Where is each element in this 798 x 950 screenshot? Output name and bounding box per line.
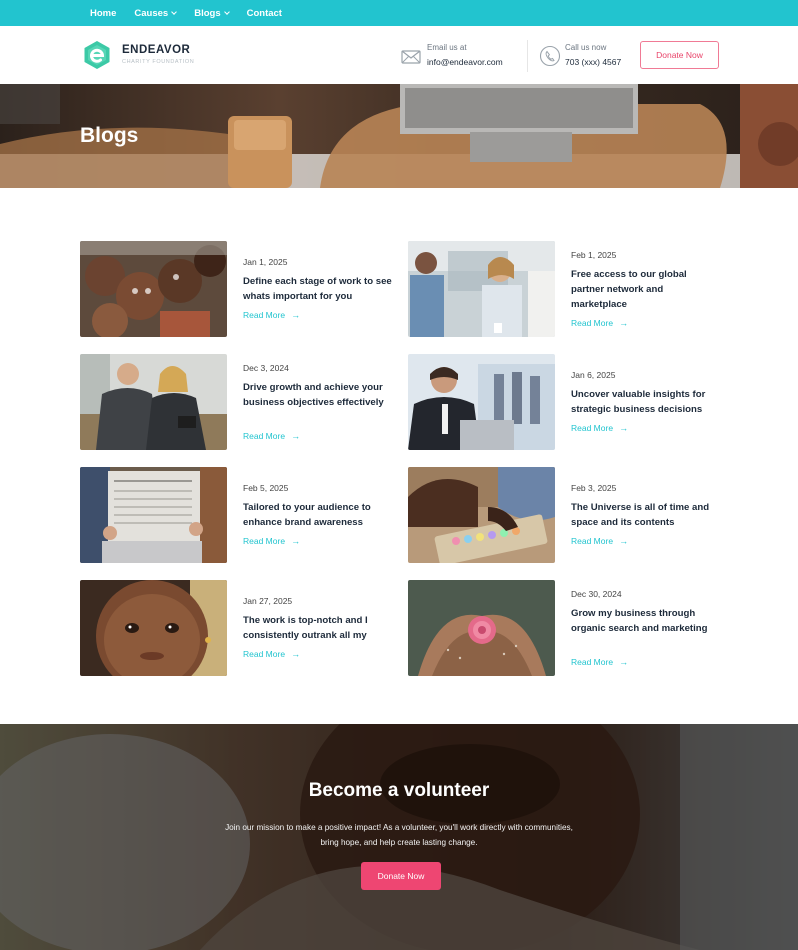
- read-more-link[interactable]: Read More →: [571, 423, 628, 433]
- blog-date: Feb 3, 2025: [571, 483, 617, 493]
- children-group-photo: [80, 241, 227, 337]
- blog-card: Feb 1, 2025 Free access to our global pa…: [408, 241, 718, 337]
- arrow-right-icon: →: [291, 649, 301, 659]
- nav-item-label: Contact: [246, 7, 282, 19]
- blog-card: Dec 30, 2024 Grow my business through or…: [408, 580, 718, 676]
- blog-title[interactable]: Free access to our global partner networ…: [571, 267, 721, 312]
- read-more-link[interactable]: Read More →: [571, 657, 628, 667]
- blog-date: Jan 27, 2025: [243, 596, 293, 606]
- blog-card: Feb 3, 2025 The Universe is all of time …: [408, 467, 718, 563]
- blog-title[interactable]: The Universe is all of time and space an…: [571, 500, 721, 530]
- blog-title[interactable]: Tailored to your audience to enhance bra…: [243, 500, 393, 530]
- read-more-link[interactable]: Read More →: [243, 536, 300, 546]
- blog-thumbnail[interactable]: [408, 354, 555, 450]
- envelope-icon: [401, 50, 421, 64]
- page-title: Blogs: [80, 124, 139, 147]
- newspaper-reader-photo: [80, 467, 227, 563]
- blog-thumbnail[interactable]: [408, 580, 555, 676]
- hands-flower-photo: [408, 580, 555, 676]
- blog-card: Jan 27, 2025 The work is top-notch and I…: [80, 580, 390, 676]
- read-more-link[interactable]: Read More →: [571, 536, 628, 546]
- child-chalk-photo: [408, 467, 555, 563]
- read-more-label: Read More: [243, 431, 286, 441]
- email-label: Email us at: [427, 43, 467, 52]
- arrow-right-icon: →: [291, 536, 301, 546]
- read-more-label: Read More: [571, 536, 614, 546]
- read-more-label: Read More: [571, 657, 614, 667]
- child-portrait-photo: [80, 580, 227, 676]
- nav-item-blogs[interactable]: Blogs: [194, 7, 230, 19]
- blog-thumbnail[interactable]: [80, 467, 227, 563]
- blog-date: Feb 1, 2025: [571, 250, 617, 260]
- nav-item-label: Blogs: [194, 7, 221, 19]
- arrow-right-icon: →: [619, 318, 629, 328]
- nav-item-causes[interactable]: Causes: [134, 7, 178, 19]
- nav-item-label: Home: [90, 7, 117, 19]
- nav-item-contact[interactable]: Contact: [247, 8, 282, 19]
- blog-date: Feb 5, 2025: [243, 483, 289, 493]
- top-nav-menu: Home Causes Blogs Contact: [90, 0, 300, 26]
- read-more-label: Read More: [243, 310, 286, 320]
- chevron-down-icon: [223, 8, 230, 15]
- donate-now-button[interactable]: Donate Now: [640, 41, 719, 69]
- volunteer-section: Become a volunteer Join our mission to m…: [0, 724, 798, 950]
- arrow-right-icon: →: [619, 657, 629, 667]
- read-more-link[interactable]: Read More →: [243, 310, 300, 320]
- logo-icon[interactable]: [82, 40, 112, 70]
- brand-tagline: CHARITY FOUNDATION: [122, 59, 195, 65]
- blog-title[interactable]: Drive growth and achieve your business o…: [243, 380, 393, 410]
- brand-name[interactable]: ENDEAVOR: [122, 44, 190, 56]
- header-divider: [527, 40, 528, 72]
- chevron-down-icon: [171, 8, 178, 15]
- email-link[interactable]: info@endeavor.com: [427, 57, 503, 67]
- volunteer-donate-button[interactable]: Donate Now: [361, 862, 441, 890]
- phone-link[interactable]: 703 (xxx) 4567: [565, 57, 621, 67]
- arrow-right-icon: →: [619, 423, 629, 433]
- read-more-label: Read More: [571, 318, 614, 328]
- read-more-link[interactable]: Read More →: [571, 318, 628, 328]
- volunteer-title: Become a volunteer: [308, 780, 490, 801]
- phone-icon: [539, 45, 561, 67]
- call-label: Call us now: [565, 43, 607, 52]
- volunteer-description: Join our mission to make a positive impa…: [225, 823, 573, 847]
- blog-date: Dec 30, 2024: [571, 589, 622, 599]
- arrow-right-icon: →: [619, 536, 629, 546]
- page-hero-banner: Blogs: [0, 84, 798, 188]
- blog-card: Feb 5, 2025 Tailored to your audience to…: [80, 467, 390, 563]
- top-nav-bar: Home Causes Blogs Contact: [0, 0, 798, 26]
- read-more-label: Read More: [571, 423, 614, 433]
- blog-thumbnail[interactable]: [80, 354, 227, 450]
- nav-item-label: Causes: [134, 7, 169, 19]
- arrow-right-icon: →: [291, 431, 301, 441]
- blog-thumbnail[interactable]: [80, 580, 227, 676]
- blog-title[interactable]: Uncover valuable insights for strategic …: [571, 387, 721, 417]
- blog-date: Dec 3, 2024: [243, 363, 289, 373]
- read-more-link[interactable]: Read More →: [243, 649, 300, 659]
- blog-date: Jan 6, 2025: [571, 370, 616, 380]
- blog-thumbnail[interactable]: [408, 467, 555, 563]
- read-more-link[interactable]: Read More →: [243, 431, 300, 441]
- business-meeting-photo: [80, 354, 227, 450]
- blog-date: Jan 1, 2025: [243, 257, 288, 267]
- read-more-label: Read More: [243, 649, 286, 659]
- nav-item-home[interactable]: Home: [90, 8, 116, 19]
- blog-card: Jan 6, 2025 Uncover valuable insights fo…: [408, 354, 718, 450]
- businessman-laptop-photo: [408, 354, 555, 450]
- office-colleagues-photo: [408, 241, 555, 337]
- blog-thumbnail[interactable]: [408, 241, 555, 337]
- blog-title[interactable]: The work is top-notch and I consistently…: [243, 613, 393, 643]
- blog-thumbnail[interactable]: [80, 241, 227, 337]
- blog-card: Dec 3, 2024 Drive growth and achieve you…: [80, 354, 390, 450]
- blog-title[interactable]: Define each stage of work to see whats i…: [243, 274, 393, 304]
- arrow-right-icon: →: [291, 310, 301, 320]
- read-more-label: Read More: [243, 536, 286, 546]
- blog-title[interactable]: Grow my business through organic search …: [571, 606, 721, 636]
- blog-card: Jan 1, 2025 Define each stage of work to…: [80, 241, 393, 337]
